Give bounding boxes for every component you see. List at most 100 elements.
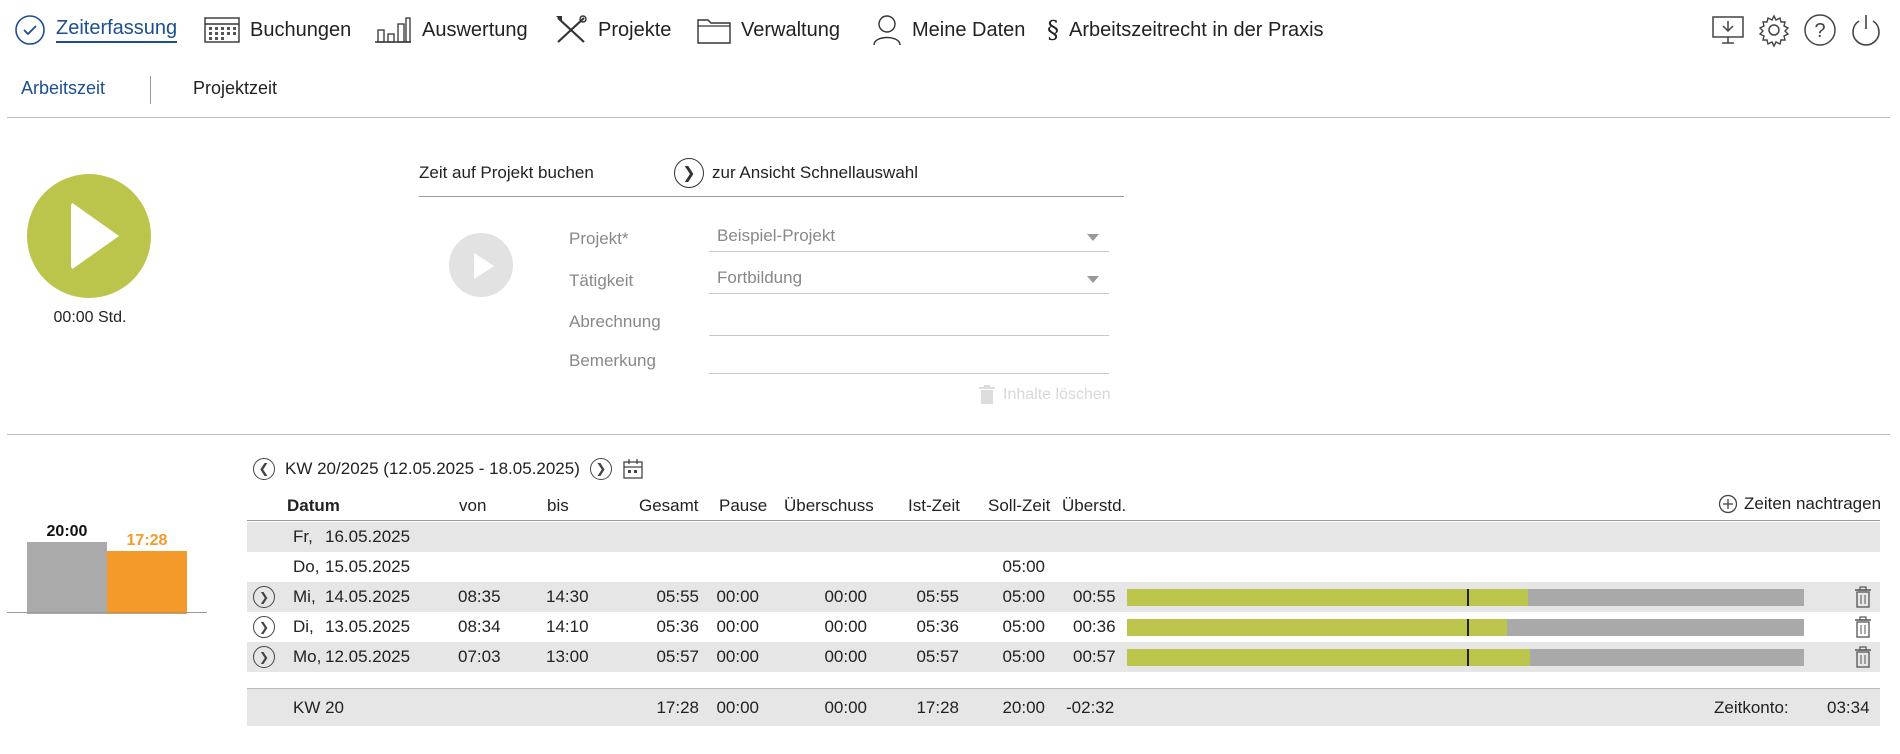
progress-bar [1127, 619, 1804, 636]
summary-pause: 00:00 [716, 698, 759, 717]
cell-ueberschuss: 00:00 [824, 617, 867, 636]
cell-bis: 13:00 [546, 647, 589, 666]
soll-bar [27, 542, 107, 614]
cell-date: 12.05.2025 [325, 647, 411, 666]
cell-soll: 05:00 [1002, 617, 1045, 636]
week-navigation: ❮ KW 20/2025 (12.05.2025 - 18.05.2025) ❯ [253, 458, 644, 480]
paragraph-icon: § [1047, 16, 1059, 44]
chevron-right-icon: ❯ [674, 158, 704, 188]
summary-ist: 17:28 [916, 698, 959, 717]
bemerkung-label: Bemerkung [569, 351, 656, 370]
nav-projekte[interactable]: Projekte [554, 10, 671, 50]
cell-soll: 05:00 [1002, 647, 1045, 666]
cell-von: 08:34 [458, 617, 501, 636]
booking-title: Zeit auf Projekt buchen [419, 163, 594, 182]
nav-buchungen[interactable]: Buchungen [204, 10, 351, 50]
add-times-button[interactable]: Zeiten nachtragen [1718, 494, 1881, 514]
start-project-timer-button[interactable] [449, 233, 513, 297]
start-timer-button[interactable] [27, 174, 151, 298]
nav-label-projekte: Projekte [598, 18, 672, 41]
progress-bar [1127, 589, 1804, 606]
quick-select-label: zur Ansicht Schnellauswahl [712, 163, 919, 182]
trash-icon[interactable] [1854, 646, 1872, 668]
col-datum: Datum [287, 496, 340, 515]
quick-select-link[interactable]: ❯ zur Ansicht Schnellauswahl [674, 158, 918, 188]
table-row: ❯ Mo, 12.05.2025 07:03 13:00 05:57 00:00 00:00 0… [247, 642, 1880, 672]
cell-ueberstd: 00:57 [1073, 647, 1116, 666]
divider [7, 434, 1890, 435]
tab-arbeitszeit[interactable]: Arbeitszeit [21, 78, 105, 99]
taetigkeit-select[interactable]: Fortbildung [709, 264, 1109, 294]
cell-bis: 14:30 [546, 587, 589, 606]
clear-contents-button[interactable]: Inhalte löschen [979, 385, 1111, 405]
cell-date: 14.05.2025 [325, 587, 411, 606]
main-navigation: Zeiterfassung Buchungen Auswertung Proje… [0, 0, 1900, 60]
col-pause: Pause [719, 496, 768, 515]
trash-icon[interactable] [1854, 586, 1872, 608]
taetigkeit-value: Fortbildung [717, 268, 803, 287]
row-expand-icon[interactable]: ❯ [253, 616, 275, 638]
nav-label-meine-daten: Meine Daten [912, 18, 1026, 41]
taetigkeit-label: Tätigkeit [569, 271, 634, 290]
row-expand-icon[interactable]: ❯ [253, 586, 275, 608]
week-summary-row: KW 20 17:28 00:00 00:00 17:28 20:00 -02:… [247, 688, 1880, 726]
zeitkonto-label: Zeitkonto: [1714, 698, 1789, 717]
subnav-separator [150, 76, 151, 104]
nav-auswertung[interactable]: Auswertung [374, 10, 528, 50]
ist-bar [107, 551, 187, 614]
cell-ueberstd: 00:36 [1073, 617, 1116, 636]
next-week-icon[interactable]: ❯ [589, 458, 612, 480]
monitor-download-icon[interactable] [1710, 12, 1746, 48]
row-expand-icon[interactable]: ❯ [253, 646, 275, 668]
cell-ist: 05:55 [916, 587, 959, 606]
cell-date: 15.05.2025 [325, 557, 411, 576]
cell-pause: 00:00 [716, 647, 759, 666]
nav-label-auswertung: Auswertung [422, 18, 528, 41]
nav-label-arbeitszeitrecht: Arbeitszeitrecht in der Praxis [1069, 18, 1324, 41]
col-ist-zeit: Ist-Zeit [908, 496, 960, 515]
calendar-icon[interactable] [622, 458, 644, 480]
cell-pause: 00:00 [716, 617, 759, 636]
plus-circle-icon [1718, 494, 1738, 514]
cell-day: Fr, [293, 527, 313, 546]
nav-label-buchungen: Buchungen [250, 18, 352, 41]
chevron-down-icon [1087, 234, 1099, 241]
previous-week-icon[interactable]: ❮ [253, 458, 275, 480]
nav-verwaltung[interactable]: Verwaltung [697, 10, 840, 50]
ist-label: 17:28 [126, 532, 168, 549]
power-icon[interactable] [1848, 12, 1884, 48]
nav-meine-daten[interactable]: Meine Daten [872, 10, 1025, 50]
tab-projektzeit[interactable]: Projektzeit [193, 78, 277, 99]
cell-ist: 05:57 [916, 647, 959, 666]
help-icon[interactable]: ? [1802, 12, 1838, 48]
week-label: KW 20/2025 (12.05.2025 - 18.05.2025) [285, 459, 580, 478]
soll-marker [1466, 589, 1469, 606]
bemerkung-field[interactable] [709, 344, 1109, 374]
col-von: von [459, 496, 487, 515]
projekt-value: Beispiel-Projekt [717, 226, 836, 245]
cell-day: Do, [293, 557, 320, 576]
booking-divider [419, 196, 1124, 197]
summary-week-label: KW 20 [293, 698, 345, 717]
abrechnung-field[interactable] [709, 306, 1109, 336]
table-row: Do, 15.05.2025 05:00 [247, 552, 1880, 582]
trash-icon[interactable] [1854, 616, 1872, 638]
bar-chart-icon [375, 17, 411, 43]
cell-bis: 14:10 [546, 617, 589, 636]
col-bis: bis [547, 496, 569, 515]
cell-von: 07:03 [458, 647, 501, 666]
nav-label-zeiterfassung: Zeiterfassung [56, 17, 178, 43]
table-row: Fr, 16.05.2025 [247, 522, 1880, 552]
projekt-select[interactable]: Beispiel-Projekt [709, 222, 1109, 252]
user-icon [873, 15, 901, 46]
calendar-grid-icon [204, 17, 240, 43]
nav-zeiterfassung[interactable]: Zeiterfassung [14, 10, 178, 50]
timer-display: 00:00 Std. [53, 309, 127, 326]
clock-check-icon [15, 15, 45, 45]
nav-arbeitszeitrecht[interactable]: § Arbeitszeitrecht in der Praxis [1047, 10, 1324, 50]
abrechnung-label: Abrechnung [569, 312, 661, 331]
summary-ueberstd: -02:32 [1066, 698, 1115, 717]
settings-gear-icon[interactable] [1756, 12, 1792, 48]
folder-icon [697, 19, 731, 44]
week-chart: 20:00 17:28 [0, 520, 210, 614]
